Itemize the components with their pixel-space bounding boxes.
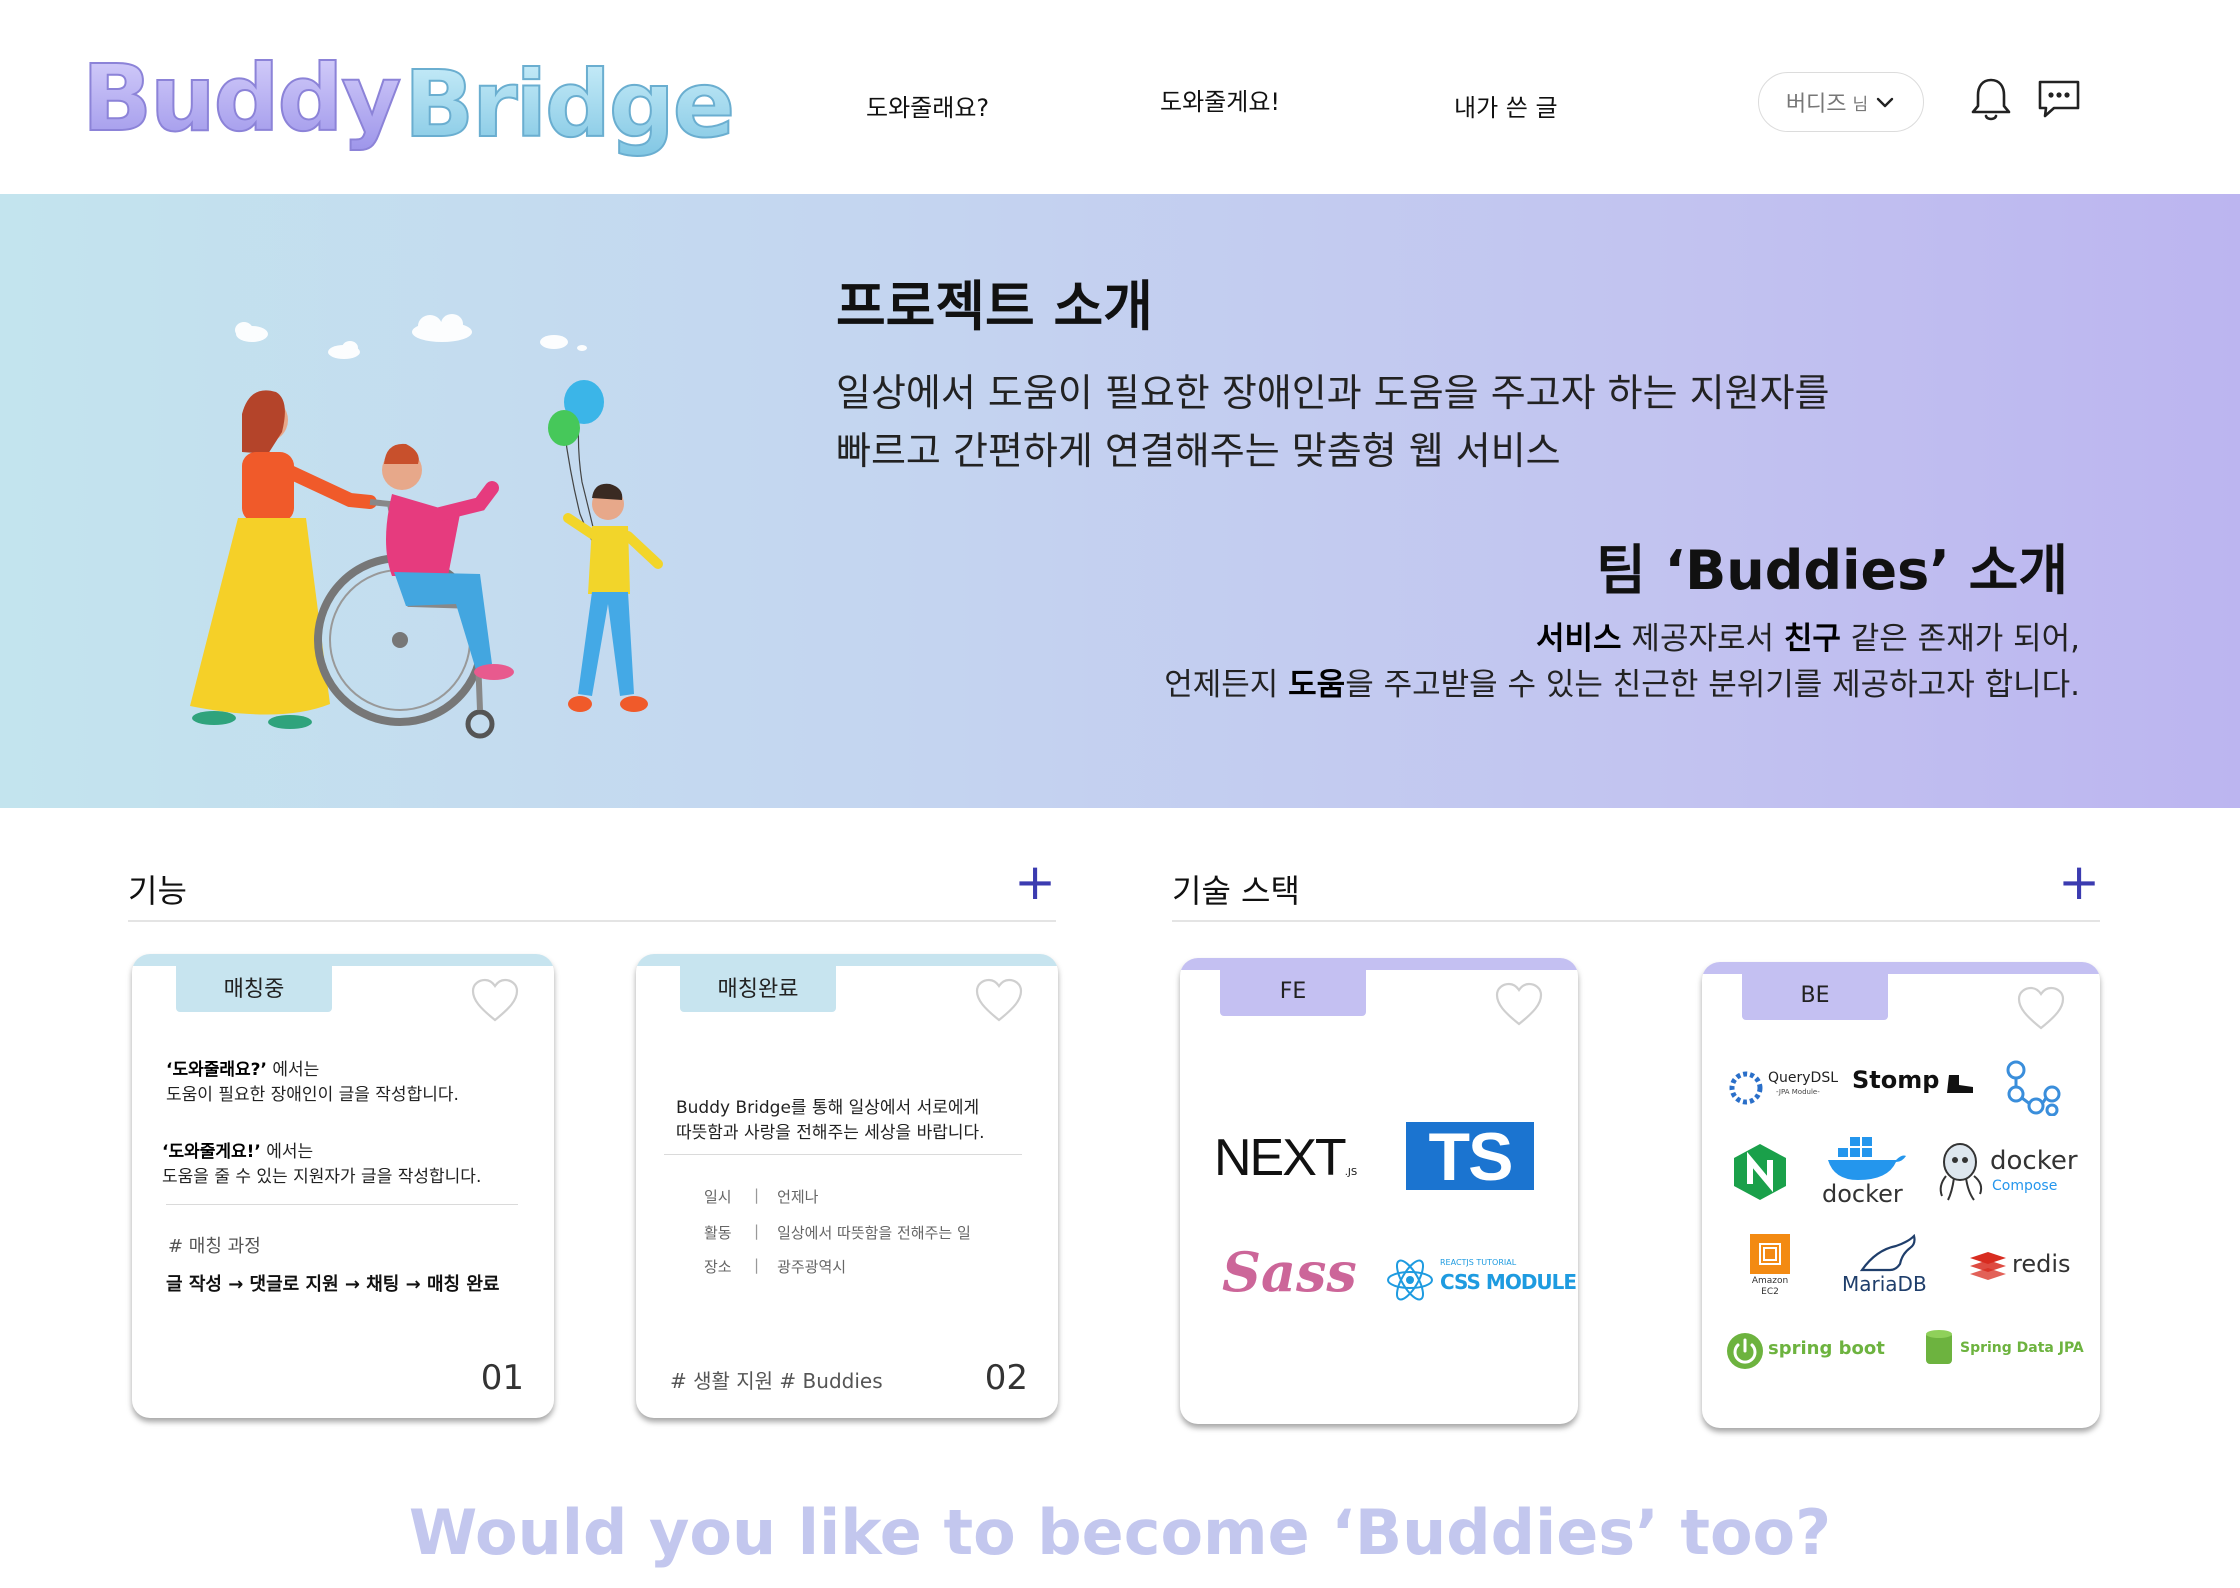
user-suffix: 님 xyxy=(1852,94,1869,115)
info-row-activity: 활동 | 일상에서 따뜻함을 전해주는 일 xyxy=(704,1222,971,1242)
boot-icon xyxy=(1946,1074,1973,1093)
stack-plus-button[interactable]: + xyxy=(2058,852,2100,912)
docker-logo: docker xyxy=(1822,1132,1912,1212)
feature-card-matching[interactable]: 매칭중 ‘도와줄래요?’ 에서는 도움이 필요한 장애인이 글을 작성합니다. … xyxy=(132,954,554,1418)
heart-icon[interactable] xyxy=(2016,986,2066,1032)
status-badge: 매칭완료 xyxy=(680,962,836,1012)
be-stack-card[interactable]: BE QueryDSL -JPA Module- Stomp docker do… xyxy=(1702,962,2100,1428)
project-intro-title: 프로젝트 소개 xyxy=(836,275,1153,338)
react-icon xyxy=(1387,1259,1433,1301)
amazon-ec2-logo: Amazon EC2 xyxy=(1742,1234,1802,1304)
stomp-logo: Stomp xyxy=(1852,1066,1982,1106)
header: Buddy Bridge 도와줄래요? 도와줄게요! 내가 쓴 글 버디즈 님 xyxy=(0,0,2240,194)
divider xyxy=(166,1204,518,1205)
fe-stack-card[interactable]: FE NEXT.JS TS Sass REACTJS TUTORIAL CSS … xyxy=(1180,958,1578,1424)
css-module-logo: REACTJS TUTORIAL CSS MODULE xyxy=(1386,1256,1577,1306)
nav-give-help[interactable]: 도와줄게요! xyxy=(1160,82,1280,117)
card-number: 02 xyxy=(984,1358,1028,1398)
user-name: 버디즈 xyxy=(1785,92,1847,117)
spring-icon xyxy=(1727,1333,1763,1369)
heart-icon[interactable] xyxy=(974,978,1024,1024)
user-menu-button[interactable]: 버디즈 님 xyxy=(1758,72,1924,132)
fe-badge: FE xyxy=(1220,966,1366,1016)
chat-icon[interactable] xyxy=(2034,74,2084,124)
stack-section-header: 기술 스택 + xyxy=(1172,853,2100,922)
typescript-logo: TS xyxy=(1406,1122,1534,1191)
need-help-desc: ‘도와줄래요?’ 에서는 도움이 필요한 장애인이 글을 작성합니다. xyxy=(166,1060,459,1105)
database-icon xyxy=(1926,1330,1952,1364)
features-section-header: 기능 + xyxy=(128,853,1056,922)
heart-icon[interactable] xyxy=(1494,982,1544,1028)
team-intro-title: 팀 ‘Buddies’ 소개 xyxy=(1596,539,2068,602)
chevron-down-icon xyxy=(1876,97,1894,108)
spring-boot-logo: spring boot xyxy=(1726,1330,1886,1374)
team-desc-line1: 서비스 제공자로서 친구 같은 존재가 되어, xyxy=(1536,621,2080,657)
project-desc-line2: 빠르고 간편하게 연결해주는 맞춤형 웹 서비스 xyxy=(836,429,1561,473)
heart-icon[interactable] xyxy=(470,978,520,1024)
card-tags: # 생활 지원 # Buddies xyxy=(670,1369,883,1393)
project-intro-desc: 일상에서 도움이 필요한 장애인과 도움을 주고자 하는 지원자를 빠르고 간편… xyxy=(836,364,1830,480)
status-badge: 매칭중 xyxy=(176,962,332,1012)
wheelchair-illustration xyxy=(190,314,663,739)
card-number: 01 xyxy=(480,1358,524,1398)
process-steps: 글 작성 → 댓글로 지원 → 채팅 → 매칭 완료 xyxy=(166,1274,500,1295)
info-row-time: 일시 | 언제나 xyxy=(704,1186,819,1206)
sass-logo: Sass xyxy=(1222,1240,1357,1304)
join-banner: Would you like to become ‘Buddies’ too? xyxy=(408,1496,1832,1569)
nginx-icon xyxy=(1734,1144,1786,1200)
seal-icon xyxy=(1859,1234,1916,1272)
info-row-place: 장소 | 광주광역시 xyxy=(704,1256,847,1276)
mission-text: Buddy Bridge를 통해 일상에서 서로에게 따뜻함과 사랑을 전해주는… xyxy=(676,1098,985,1143)
features-title: 기능 xyxy=(128,872,187,910)
mariadb-logo: MariaDB xyxy=(1842,1234,1942,1304)
team-intro-desc: 서비스 제공자로서 친구 같은 존재가 되어, 언제든지 도움을 주고받을 수 … xyxy=(1164,616,2080,708)
nav-need-help[interactable]: 도와줄래요? xyxy=(866,88,989,123)
team-desc-line2: 언제든지 도움을 주고받을 수 있는 친근한 분위기를 제공하고자 합니다. xyxy=(1164,667,2080,703)
give-help-desc: ‘도와줄게요!’ 에서는 도움을 줄 수 있는 지원자가 글을 작성합니다. xyxy=(162,1142,482,1187)
hero-banner: 프로젝트 소개 일상에서 도움이 필요한 장애인과 도움을 주고자 하는 지원자… xyxy=(0,194,2240,808)
stack-title: 기술 스택 xyxy=(1172,872,1300,910)
argo-workflow-icon xyxy=(2006,1060,2061,1116)
divider xyxy=(664,1154,1022,1155)
redis-logo: redis xyxy=(1968,1248,2078,1288)
ec2-icon xyxy=(1750,1234,1790,1274)
project-desc-line1: 일상에서 도움이 필요한 장애인과 도움을 주고자 하는 지원자를 xyxy=(836,371,1830,415)
svg-text:Bridge: Bridge xyxy=(404,51,733,158)
nextjs-logo: NEXT.JS xyxy=(1214,1129,1358,1187)
feature-card-matched[interactable]: 매칭완료 Buddy Bridge를 통해 일상에서 서로에게 따뜻함과 사랑을… xyxy=(636,954,1058,1418)
features-plus-button[interactable]: + xyxy=(1014,852,1056,912)
buddy-bridge-logo[interactable]: Buddy Bridge xyxy=(82,40,742,160)
docker-icon xyxy=(1828,1137,1906,1180)
redis-icon xyxy=(1970,1252,2006,1280)
querydsl-icon xyxy=(1729,1071,1763,1105)
process-label: # 매칭 과정 xyxy=(168,1236,261,1257)
querydsl-logo: QueryDSL -JPA Module- xyxy=(1726,1066,1846,1110)
docker-compose-logo: docker Compose xyxy=(1934,1138,2094,1208)
svg-text:Buddy: Buddy xyxy=(82,45,400,152)
bell-icon[interactable] xyxy=(1966,74,2016,124)
octopus-icon xyxy=(1939,1143,1983,1201)
be-badge: BE xyxy=(1742,970,1888,1020)
spring-data-jpa-logo: Spring Data JPA xyxy=(1924,1328,2084,1372)
nav-my-posts[interactable]: 내가 쓴 글 xyxy=(1454,88,1558,123)
